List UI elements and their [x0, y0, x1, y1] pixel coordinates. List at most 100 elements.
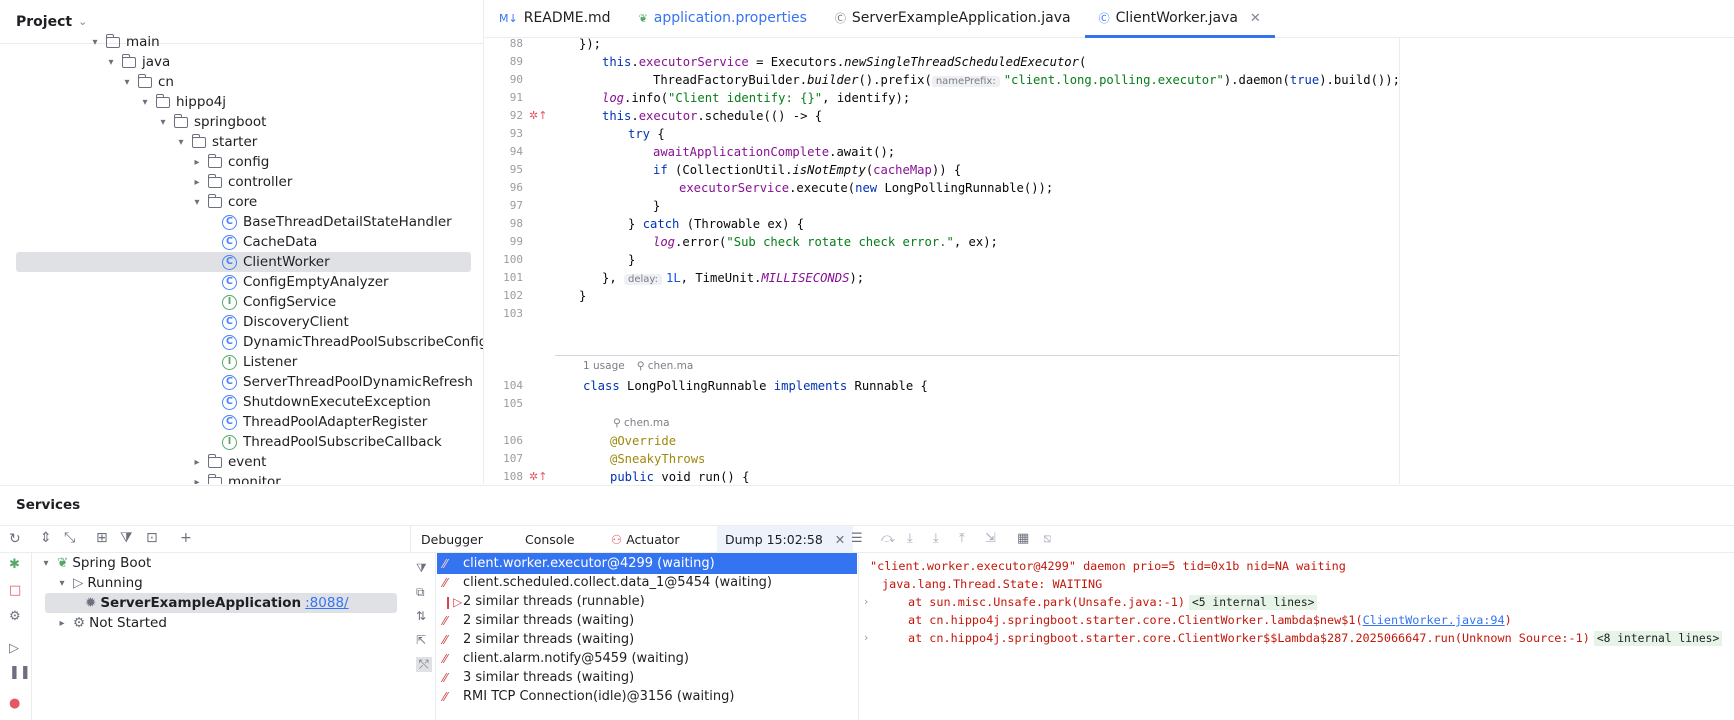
- export-icon[interactable]: ⇱: [416, 633, 426, 647]
- thread-row[interactable]: ⁄⁄ 3 similar threads (waiting): [437, 667, 857, 688]
- tab-dump[interactable]: Dump 15:02:58 ✕: [717, 526, 854, 553]
- tree-item-basethreaddetailstatehandler[interactable]: C BaseThreadDetailStateHandler: [222, 212, 452, 232]
- chevron-down-icon[interactable]: ▾: [104, 57, 118, 68]
- tab-clientworker-java[interactable]: Ⓒ ClientWorker.java ✕: [1084, 0, 1276, 38]
- author-hint[interactable]: ⚲ chen.ma: [613, 413, 670, 433]
- chevron-down-icon[interactable]: ▾: [190, 197, 204, 208]
- class-icon: C: [222, 414, 237, 430]
- pause-icon[interactable]: ❚❚: [9, 665, 31, 680]
- tree-item-event[interactable]: ▸ event: [190, 452, 266, 472]
- step-into-icon[interactable]: ⤓: [907, 531, 913, 546]
- step-out-icon[interactable]: ⤒: [959, 531, 965, 546]
- services-node-not-started[interactable]: ▸ ⚙ Not Started: [55, 613, 166, 633]
- tree-item-threadpoolsubscribecallback[interactable]: I ThreadPoolSubscribeCallback: [222, 432, 442, 452]
- resume-icon[interactable]: ▷: [9, 641, 19, 656]
- filter-icon[interactable]: ⧩: [120, 530, 133, 546]
- tree-item-configemptyanalyzer[interactable]: C ConfigEmptyAnalyzer: [222, 272, 389, 292]
- menu-icon[interactable]: ☰: [851, 531, 863, 546]
- tree-item-starter[interactable]: ▾ starter: [174, 132, 257, 152]
- thread-row[interactable]: ⁄⁄ client.alarm.notify@5459 (waiting): [437, 648, 857, 669]
- tree-item-core[interactable]: ▾ core: [190, 192, 257, 212]
- force-step-into-icon[interactable]: ⤓: [933, 531, 939, 546]
- chevron-down-icon[interactable]: ▾: [156, 117, 170, 128]
- code-editor[interactable]: 88 89 90 91 92 93 94 95 96 97 98 99 100 101 102 103 104 1…: [485, 38, 1734, 484]
- chevron-right-icon[interactable]: ▸: [190, 157, 204, 168]
- port-link[interactable]: :8088/: [305, 595, 348, 611]
- source-link[interactable]: ClientWorker.java:94: [1363, 613, 1505, 627]
- thread-row[interactable]: ⁄⁄ 2 similar threads (waiting): [437, 629, 857, 650]
- internal-lines-fold[interactable]: <5 internal lines>: [1189, 595, 1318, 610]
- tree-item-serverthreadpooldynamicrefresh[interactable]: C ServerThreadPoolDynamicRefresh: [222, 372, 473, 392]
- implementation-marker-icon[interactable]: ✲↑: [529, 467, 547, 484]
- usages-hint[interactable]: 1 usage ⚲ chen.ma: [583, 356, 693, 376]
- settings-icon[interactable]: ⚙: [9, 609, 21, 624]
- tree-item-main[interactable]: ▾ main: [88, 32, 160, 52]
- merge-icon[interactable]: ⤲: [416, 657, 432, 672]
- thread-dump-view[interactable]: "client.worker.executor@4299" daemon pri…: [860, 553, 1734, 720]
- tree-item-listener[interactable]: I Listener: [222, 352, 297, 372]
- expand-all-icon[interactable]: ⇕: [40, 530, 52, 546]
- thread-label: 2 similar threads (waiting): [463, 613, 635, 628]
- new-tab-icon[interactable]: ⊡: [146, 530, 158, 546]
- chevron-down-icon[interactable]: ▾: [138, 97, 152, 108]
- tree-item-threadpooladapterregister[interactable]: C ThreadPoolAdapterRegister: [222, 412, 427, 432]
- tree-item-controller[interactable]: ▸ controller: [190, 172, 292, 192]
- parameter-hint: namePrefix:: [931, 76, 1000, 87]
- services-node-app[interactable]: ✹ ServerExampleApplication:8088/: [45, 593, 397, 613]
- tree-item-cn[interactable]: ▾ cn: [120, 72, 174, 92]
- project-header[interactable]: Project ⌄: [0, 0, 483, 44]
- tree-item-cachedata[interactable]: C CacheData: [222, 232, 317, 252]
- copy-icon[interactable]: ⧉: [416, 585, 425, 600]
- tab-debugger[interactable]: Debugger: [421, 526, 483, 553]
- tab-actuator[interactable]: ⚇ Actuator: [611, 526, 680, 553]
- debug-icon[interactable]: ✱: [9, 557, 20, 572]
- tree-item-config[interactable]: ▸ config: [190, 152, 269, 172]
- close-icon[interactable]: ✕: [1250, 11, 1261, 26]
- breakpoints-icon[interactable]: ●: [9, 696, 20, 711]
- collapse-all-icon[interactable]: ⤡: [64, 530, 75, 546]
- services-node-running[interactable]: ▾ ▷ Running: [55, 573, 142, 593]
- chevron-down-icon[interactable]: ▾: [174, 137, 188, 148]
- internal-lines-fold[interactable]: <8 internal lines>: [1593, 631, 1723, 646]
- close-icon[interactable]: ✕: [835, 532, 845, 547]
- refresh-icon[interactable]: ↻: [9, 531, 21, 547]
- tree-item-monitor[interactable]: ▸ monitor: [190, 472, 281, 484]
- class-icon: C: [222, 374, 237, 390]
- thread-row[interactable]: ❙▷ 2 similar threads (runnable): [437, 591, 857, 612]
- tree-item-hippo4j[interactable]: ▾ hippo4j: [138, 92, 226, 112]
- add-icon[interactable]: +: [180, 530, 192, 546]
- tab-console[interactable]: Console: [525, 526, 575, 553]
- expand-icon[interactable]: ›: [864, 631, 868, 644]
- chevron-down-icon[interactable]: ⌄: [78, 15, 87, 28]
- tab-serverexampleapplication-java[interactable]: Ⓒ ServerExampleApplication.java: [821, 0, 1085, 37]
- tree-item-dynamicthreadpoolsubscribeconfig[interactable]: C DynamicThreadPoolSubscribeConfig: [222, 332, 483, 352]
- group-icon[interactable]: ⊞: [96, 530, 108, 546]
- tree-item-configservice[interactable]: I ConfigService: [222, 292, 336, 312]
- chevron-down-icon[interactable]: ▾: [88, 37, 102, 48]
- chevron-right-icon[interactable]: ▸: [190, 177, 204, 188]
- evaluate-icon[interactable]: ▦: [1017, 531, 1029, 546]
- stop-icon[interactable]: □: [9, 583, 21, 598]
- expand-icon[interactable]: ›: [864, 595, 868, 608]
- step-over-icon[interactable]: ⤼: [881, 531, 895, 546]
- mute-icon[interactable]: ⧅: [1043, 531, 1051, 546]
- run-to-cursor-icon[interactable]: ⇲: [985, 531, 996, 546]
- sort-icon[interactable]: ⇅: [416, 609, 426, 623]
- implementation-marker-icon[interactable]: ✲↑: [529, 106, 547, 126]
- tree-item-discoveryclient[interactable]: C DiscoveryClient: [222, 312, 349, 332]
- tree-item-clientworker[interactable]: C ClientWorker: [16, 252, 471, 272]
- chevron-right-icon[interactable]: ▸: [190, 457, 204, 468]
- chevron-down-icon[interactable]: ▾: [120, 77, 134, 88]
- tree-item-shutdownexecuteexception[interactable]: C ShutdownExecuteException: [222, 392, 431, 412]
- tab-application-properties[interactable]: ❦ application.properties: [625, 0, 821, 37]
- thread-row[interactable]: ⁄⁄ client.scheduled.collect.data_1@5454 (…: [437, 572, 857, 593]
- tree-item-java[interactable]: ▾ java: [104, 52, 170, 72]
- thread-row[interactable]: ⁄⁄ 2 similar threads (waiting): [437, 610, 857, 631]
- thread-row[interactable]: ⁄⁄ client.worker.executor@4299 (waiting): [437, 553, 857, 574]
- chevron-right-icon[interactable]: ▸: [190, 477, 204, 485]
- tab-readme-md[interactable]: M↓ README.md: [485, 0, 625, 37]
- tree-item-springboot[interactable]: ▾ springboot: [156, 112, 266, 132]
- filter-icon[interactable]: ⧩: [416, 561, 427, 576]
- thread-row[interactable]: ⁄⁄ RMI TCP Connection(idle)@3156 (waiting…: [437, 686, 857, 707]
- services-node-spring-boot[interactable]: ▾ ❦ Spring Boot: [39, 553, 151, 573]
